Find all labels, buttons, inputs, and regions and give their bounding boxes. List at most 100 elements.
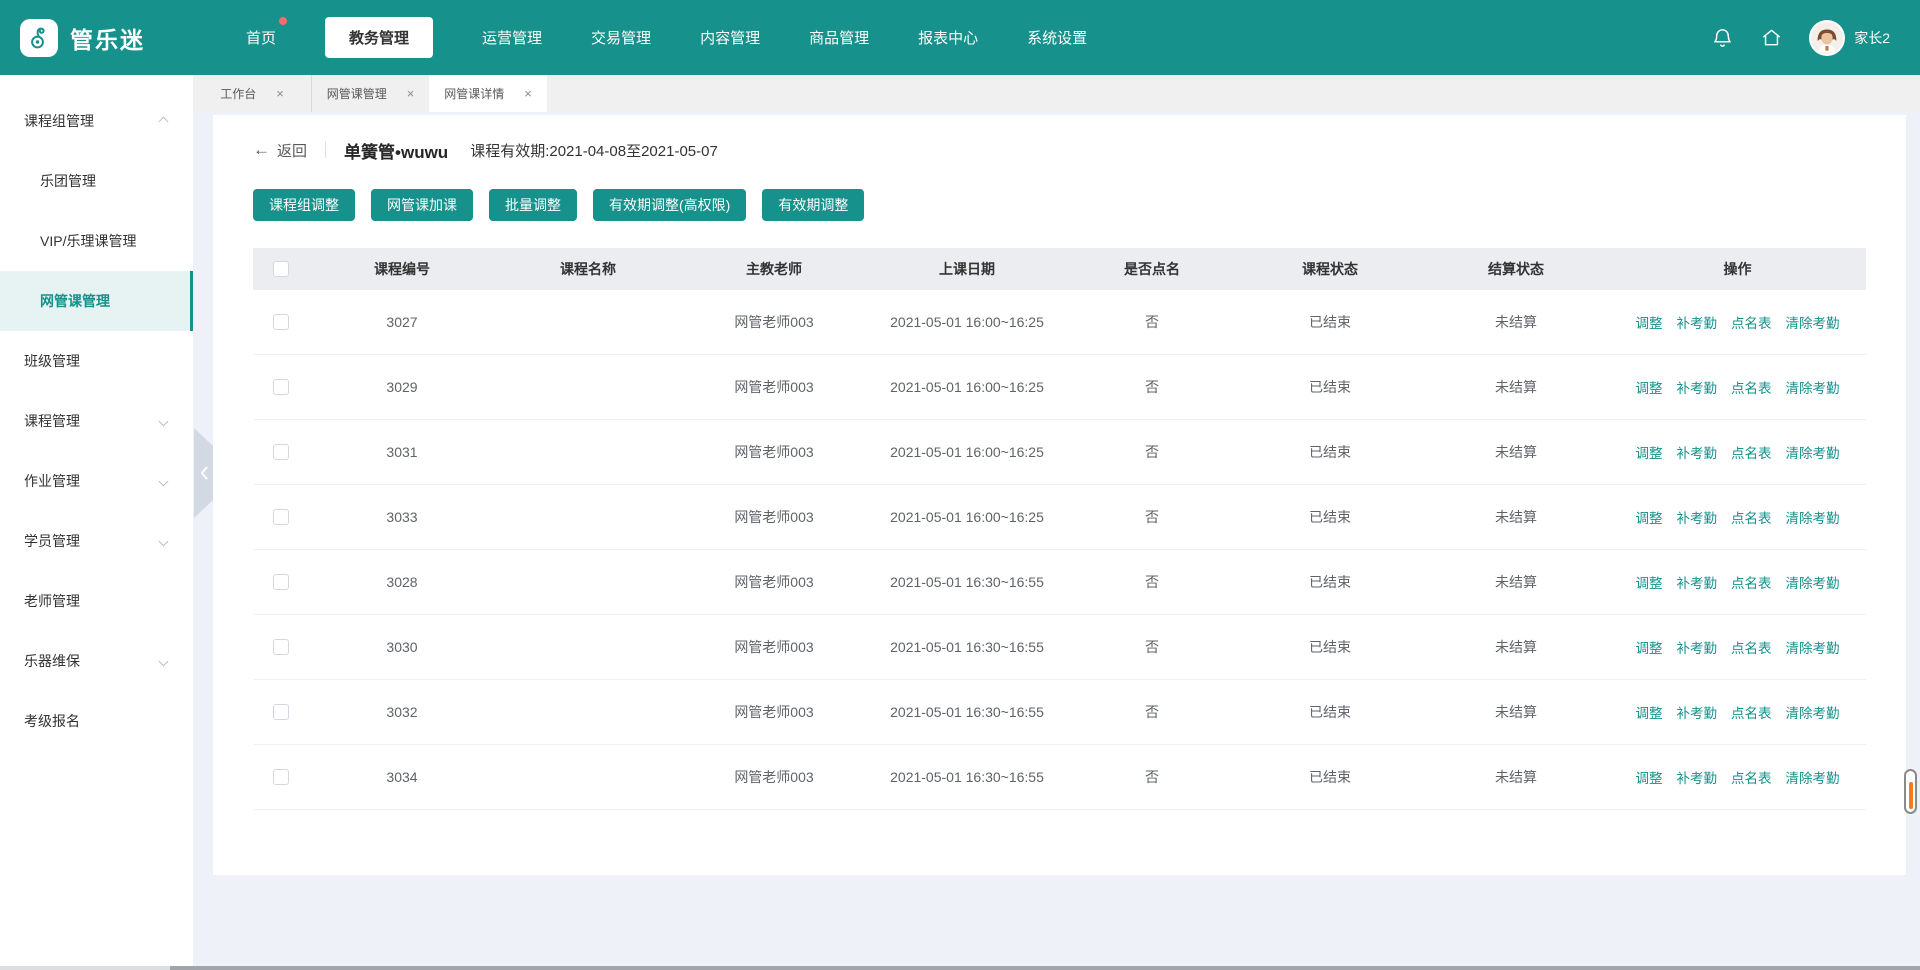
nav-item-operations[interactable]: 运营管理 — [482, 17, 542, 58]
adjust-link[interactable]: 调整 — [1636, 706, 1663, 721]
adjust-link[interactable]: 调整 — [1636, 316, 1663, 331]
sidebar-item-homework-mgmt[interactable]: 作业管理 — [0, 451, 193, 511]
course-group-adjust-button[interactable]: 课程组调整 — [253, 189, 355, 221]
sidebar: 课程组管理 乐团管理 VIP/乐理课管理 网管课管理 班级管理 课程管理 作业管… — [0, 75, 193, 970]
nav-item-academic-affairs[interactable]: 教务管理 — [325, 17, 433, 58]
close-icon[interactable]: × — [276, 87, 284, 100]
adjust-link[interactable]: 调整 — [1636, 511, 1663, 526]
page-header: ← 返回 单簧管•wuwu 课程有效期:2021-04-08至2021-05-0… — [253, 115, 1866, 161]
row-checkbox[interactable] — [273, 379, 289, 395]
select-all-checkbox[interactable] — [273, 261, 289, 277]
sidebar-item-course-group-mgmt[interactable]: 课程组管理 — [0, 91, 193, 151]
sidebar-item-exam-registration[interactable]: 考级报名 — [0, 691, 193, 751]
sidebar-item-course-mgmt[interactable]: 课程管理 — [0, 391, 193, 451]
makeup-attendance-link[interactable]: 补考勤 — [1677, 641, 1718, 656]
roll-call-sheet-link[interactable]: 点名表 — [1731, 446, 1772, 461]
nav-item-products[interactable]: 商品管理 — [809, 17, 869, 58]
sidebar-item-instrument-maintenance[interactable]: 乐器维保 — [0, 631, 193, 691]
row-actions: 调整补考勤点名表清除考勤 — [1609, 377, 1866, 397]
nav-item-content[interactable]: 内容管理 — [700, 17, 760, 58]
brand[interactable]: 管乐迷 — [20, 19, 238, 57]
clear-attendance-link[interactable]: 清除考勤 — [1786, 381, 1840, 396]
top-navbar: 管乐迷 首页 教务管理 运营管理 交易管理 内容管理 商品管理 报表中心 系统设… — [0, 0, 1920, 75]
back-button[interactable]: ← 返回 — [253, 140, 307, 161]
date-cell: 2021-05-01 16:00~16:25 — [867, 314, 1067, 330]
header-course-id: 课程编号 — [309, 259, 495, 279]
makeup-attendance-link[interactable]: 补考勤 — [1677, 316, 1718, 331]
divider — [325, 142, 326, 158]
row-actions: 调整补考勤点名表清除考勤 — [1609, 572, 1866, 592]
clear-attendance-link[interactable]: 清除考勤 — [1786, 576, 1840, 591]
row-checkbox[interactable] — [273, 509, 289, 525]
clear-attendance-link[interactable]: 清除考勤 — [1786, 706, 1840, 721]
table-row: 3034 网管老师003 2021-05-01 16:30~16:55 否 已结… — [253, 745, 1866, 810]
scrollbar-thumb[interactable] — [1904, 769, 1917, 814]
add-online-course-button[interactable]: 网管课加课 — [371, 189, 473, 221]
validity-adjust-high-perm-button[interactable]: 有效期调整(高权限) — [593, 189, 746, 221]
makeup-attendance-link[interactable]: 补考勤 — [1677, 771, 1718, 786]
tab-online-course-detail[interactable]: 网管课详情 × — [429, 75, 547, 112]
makeup-attendance-link[interactable]: 补考勤 — [1677, 381, 1718, 396]
row-checkbox[interactable] — [273, 314, 289, 330]
course-table: 课程编号 课程名称 主教老师 上课日期 是否点名 课程状态 结算状态 操作 30… — [253, 248, 1866, 810]
row-checkbox[interactable] — [273, 704, 289, 720]
roll-call-sheet-link[interactable]: 点名表 — [1731, 576, 1772, 591]
adjust-link[interactable]: 调整 — [1636, 641, 1663, 656]
row-checkbox[interactable] — [273, 444, 289, 460]
adjust-link[interactable]: 调整 — [1636, 381, 1663, 396]
roll-call-sheet-link[interactable]: 点名表 — [1731, 706, 1772, 721]
tab-online-course-mgmt[interactable]: 网管课管理 × — [311, 75, 429, 112]
chevron-down-icon — [159, 476, 169, 486]
close-icon[interactable]: × — [407, 87, 415, 100]
course-id-cell: 3030 — [309, 639, 495, 655]
makeup-attendance-link[interactable]: 补考勤 — [1677, 511, 1718, 526]
clear-attendance-link[interactable]: 清除考勤 — [1786, 641, 1840, 656]
clear-attendance-link[interactable]: 清除考勤 — [1786, 511, 1840, 526]
roll-call-sheet-link[interactable]: 点名表 — [1731, 381, 1772, 396]
nav-item-system-settings[interactable]: 系统设置 — [1027, 17, 1087, 58]
settle-status-cell: 未结算 — [1423, 377, 1609, 397]
makeup-attendance-link[interactable]: 补考勤 — [1677, 446, 1718, 461]
nav-item-transactions[interactable]: 交易管理 — [591, 17, 651, 58]
clear-attendance-link[interactable]: 清除考勤 — [1786, 771, 1840, 786]
home-icon[interactable] — [1760, 26, 1783, 49]
sidebar-item-class-mgmt[interactable]: 班级管理 — [0, 331, 193, 391]
row-checkbox[interactable] — [273, 574, 289, 590]
makeup-attendance-link[interactable]: 补考勤 — [1677, 576, 1718, 591]
row-actions: 调整补考勤点名表清除考勤 — [1609, 637, 1866, 657]
sidebar-item-online-course-mgmt[interactable]: 网管课管理 — [0, 271, 193, 331]
row-actions: 调整补考勤点名表清除考勤 — [1609, 442, 1866, 462]
roll-call-sheet-link[interactable]: 点名表 — [1731, 511, 1772, 526]
validity-adjust-button[interactable]: 有效期调整 — [762, 189, 864, 221]
nav-item-home[interactable]: 首页 — [246, 17, 276, 58]
window-bottom-edge — [0, 966, 1920, 970]
bell-icon[interactable] — [1711, 26, 1734, 49]
course-id-cell: 3028 — [309, 574, 495, 590]
roll-call-sheet-link[interactable]: 点名表 — [1731, 641, 1772, 656]
settle-status-cell: 未结算 — [1423, 767, 1609, 787]
makeup-attendance-link[interactable]: 补考勤 — [1677, 706, 1718, 721]
row-checkbox[interactable] — [273, 639, 289, 655]
user-menu[interactable]: 家长2 — [1809, 20, 1890, 56]
adjust-link[interactable]: 调整 — [1636, 771, 1663, 786]
table-header: 课程编号 课程名称 主教老师 上课日期 是否点名 课程状态 结算状态 操作 — [253, 248, 1866, 290]
header-date: 上课日期 — [867, 259, 1067, 279]
roll-call-sheet-link[interactable]: 点名表 — [1731, 316, 1772, 331]
clear-attendance-link[interactable]: 清除考勤 — [1786, 316, 1840, 331]
sidebar-item-vip-music-theory-mgmt[interactable]: VIP/乐理课管理 — [0, 211, 193, 271]
adjust-link[interactable]: 调整 — [1636, 446, 1663, 461]
roll-call-sheet-link[interactable]: 点名表 — [1731, 771, 1772, 786]
sidebar-item-teacher-mgmt[interactable]: 老师管理 — [0, 571, 193, 631]
nav-item-reports[interactable]: 报表中心 — [918, 17, 978, 58]
table-row: 3033 网管老师003 2021-05-01 16:00~16:25 否 已结… — [253, 485, 1866, 550]
close-icon[interactable]: × — [524, 87, 532, 100]
clear-attendance-link[interactable]: 清除考勤 — [1786, 446, 1840, 461]
table-row: 3030 网管老师003 2021-05-01 16:30~16:55 否 已结… — [253, 615, 1866, 680]
course-status-cell: 已结束 — [1237, 312, 1423, 332]
batch-adjust-button[interactable]: 批量调整 — [489, 189, 577, 221]
sidebar-item-orchestra-mgmt[interactable]: 乐团管理 — [0, 151, 193, 211]
sidebar-item-student-mgmt[interactable]: 学员管理 — [0, 511, 193, 571]
tab-workbench[interactable]: 工作台 × — [193, 75, 311, 112]
adjust-link[interactable]: 调整 — [1636, 576, 1663, 591]
row-checkbox[interactable] — [273, 769, 289, 785]
